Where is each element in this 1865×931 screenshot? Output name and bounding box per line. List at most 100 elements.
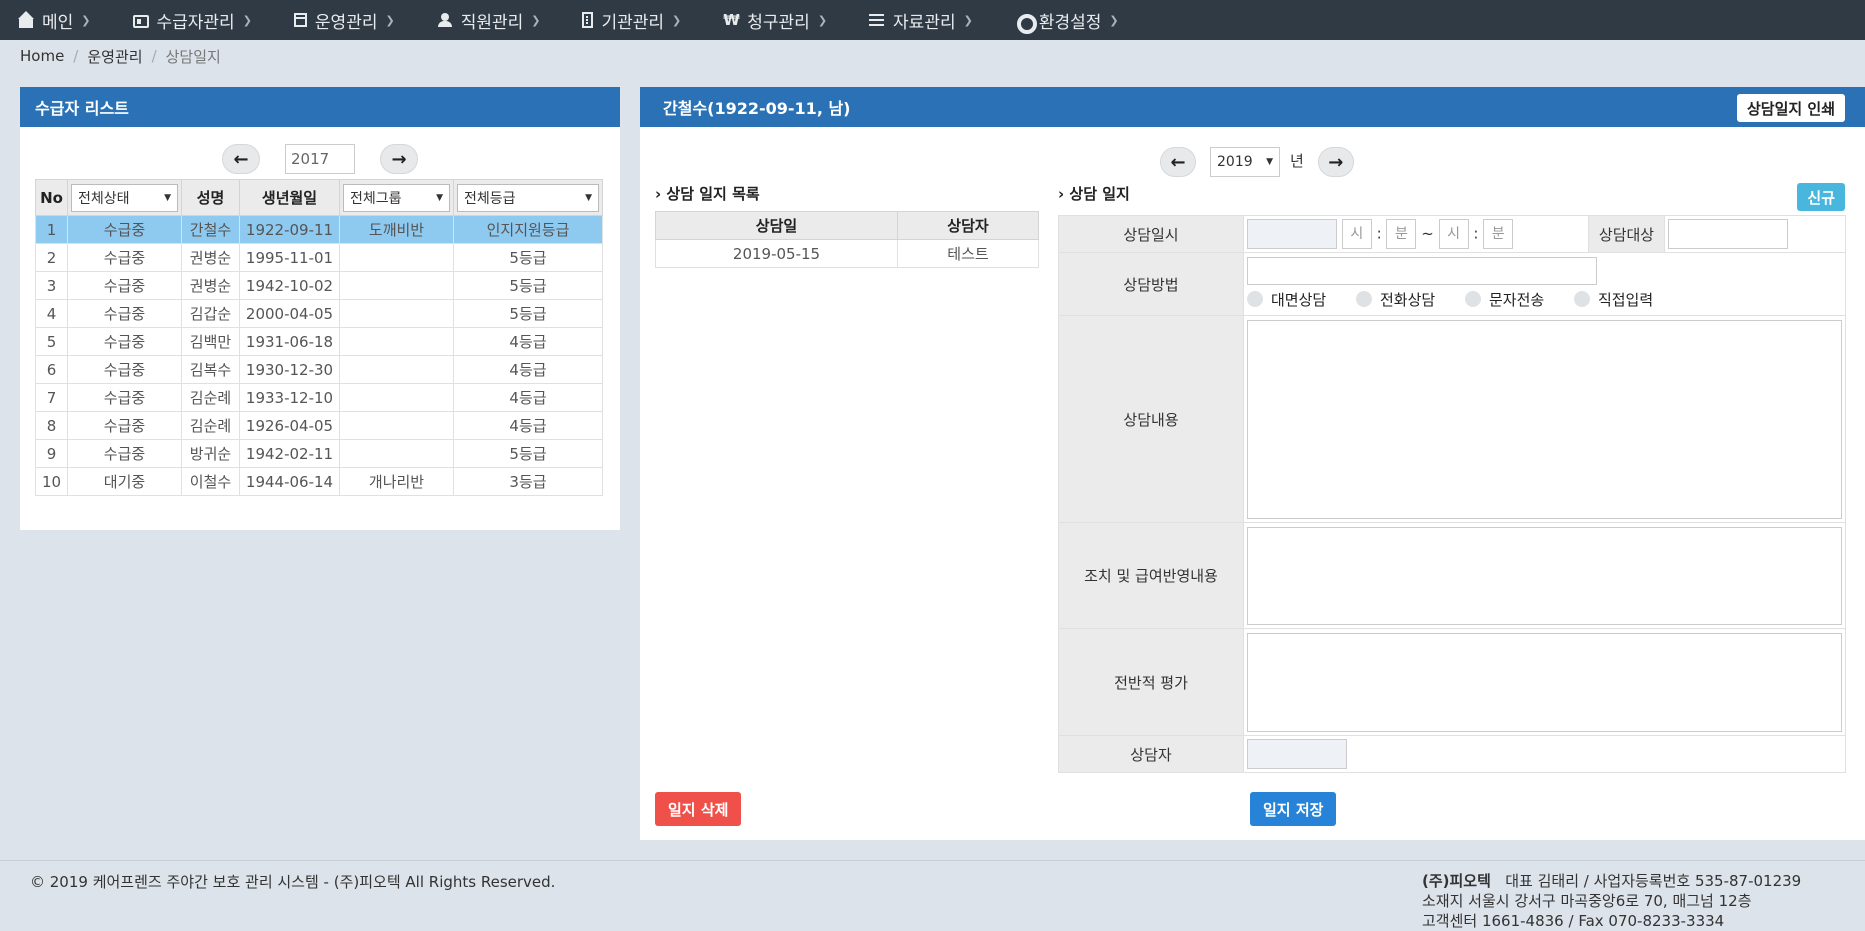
evaluation-textarea[interactable] bbox=[1247, 632, 1842, 732]
company-contact: 고객센터 1661-4836 / Fax 070-8233-3334 bbox=[1422, 912, 1725, 930]
cell-status: 수급중 bbox=[67, 299, 182, 328]
save-log-button[interactable]: 일지 저장 bbox=[1250, 792, 1337, 826]
chevron-right-icon: › bbox=[655, 185, 662, 203]
grade-filter-select[interactable]: 전체등급 ▼ bbox=[457, 183, 599, 212]
year-select[interactable]: 2019 ▼ bbox=[1210, 147, 1280, 177]
nav-settings[interactable]: 환경설정 ❯ bbox=[1015, 8, 1119, 34]
copyright: © 2019 케어프렌즈 주야간 보호 관리 시스템 - (주)피오텍 All … bbox=[30, 873, 556, 891]
cell-birth: 2000-04-05 bbox=[239, 299, 340, 328]
select-value: 전체상태 bbox=[78, 190, 130, 207]
next-year-button[interactable]: → bbox=[1317, 147, 1354, 177]
radio-circle bbox=[1247, 291, 1263, 308]
cell-birth: 1942-02-11 bbox=[239, 439, 340, 468]
list-icon bbox=[869, 12, 885, 28]
chevron-down-icon: ❯ bbox=[672, 13, 682, 27]
prev-year-button[interactable]: ← bbox=[222, 144, 260, 174]
company-address: 소재지 서울시 강서구 마곡중앙6로 70, 매그넘 12층 bbox=[1422, 892, 1752, 910]
end-minute-input[interactable]: 분 bbox=[1483, 219, 1514, 249]
nav-label: 운영관리 bbox=[314, 12, 378, 33]
select-value: 전체그룹 bbox=[350, 190, 402, 207]
caret-down-icon: ▼ bbox=[164, 192, 171, 203]
next-year-button[interactable]: → bbox=[380, 144, 418, 174]
company-line: (주)피오텍 대표 김태리 / 사업자등록번호 535-87-01239 bbox=[1422, 871, 1801, 891]
cell-status: 수급중 bbox=[67, 439, 182, 468]
year-input[interactable] bbox=[285, 144, 355, 174]
radio-label: 문자전송 bbox=[1488, 290, 1545, 309]
col-no: No bbox=[35, 179, 68, 216]
radio-label: 직접입력 bbox=[1597, 290, 1654, 309]
radio-phone[interactable]: 전화상담 bbox=[1355, 289, 1435, 310]
start-hour-input[interactable]: 시 bbox=[1341, 219, 1372, 249]
new-log-button[interactable]: 신규 bbox=[1797, 183, 1845, 211]
radio-sms[interactable]: 문자전송 bbox=[1464, 289, 1545, 310]
cell-name: 권병순 bbox=[181, 243, 240, 272]
action-textarea[interactable] bbox=[1247, 526, 1842, 625]
nav-staff[interactable]: 직원관리 ❯ bbox=[437, 8, 541, 33]
table-row[interactable]: 9 수급중 방귀순 1942-02-11 5등급 bbox=[35, 439, 603, 468]
cell-group bbox=[339, 243, 454, 272]
content-textarea[interactable] bbox=[1247, 319, 1842, 519]
method-cell: 대면상담 전화상담 문자전송 직접입력 bbox=[1243, 252, 1846, 316]
recipient-table: No 전체상태 ▼ 성명 생년월일 전체그룹 ▼ 전체등급 ▼ 1 수급중 간철수 1922… bbox=[35, 179, 603, 496]
table-row[interactable]: 2019-05-15 테스트 bbox=[655, 239, 1039, 268]
target-input[interactable] bbox=[1668, 219, 1788, 249]
cell-no: 5 bbox=[35, 327, 68, 356]
cell-birth: 1922-09-11 bbox=[239, 215, 340, 244]
date-input[interactable] bbox=[1247, 219, 1337, 249]
nav-data[interactable]: 자료관리 ❯ bbox=[869, 8, 973, 33]
cell-name: 김순례 bbox=[181, 383, 240, 412]
cell-no: 8 bbox=[35, 411, 68, 440]
prev-year-button[interactable]: ← bbox=[1160, 147, 1196, 177]
table-row[interactable]: 10 대기중 이철수 1944-06-14 개나리반 3등급 bbox=[35, 467, 603, 496]
chevron-down-icon: ❯ bbox=[385, 13, 395, 27]
chevron-down-icon: ❯ bbox=[242, 13, 252, 27]
cell-grade: 4등급 bbox=[453, 355, 603, 384]
start-minute-input[interactable]: 분 bbox=[1386, 219, 1417, 249]
nav-agency[interactable]: 기관관리 ❯ bbox=[582, 8, 681, 33]
chevron-down-icon: ❯ bbox=[531, 13, 541, 27]
table-row[interactable]: 4 수급중 김갑순 2000-04-05 5등급 bbox=[35, 299, 603, 328]
table-row[interactable]: 6 수급중 김복수 1930-12-30 4등급 bbox=[35, 355, 603, 384]
table-row[interactable]: 5 수급중 김백만 1931-06-18 4등급 bbox=[35, 327, 603, 356]
counselor-input[interactable] bbox=[1247, 739, 1347, 769]
method-radio-group: 대면상담 전화상담 문자전송 직접입력 bbox=[1247, 289, 1842, 312]
nav-label: 기관관리 bbox=[601, 12, 665, 33]
print-log-button[interactable]: 상담일지 인쇄 bbox=[1736, 94, 1845, 122]
evaluation-cell bbox=[1243, 628, 1846, 736]
breadcrumb-section[interactable]: 운영관리 bbox=[87, 46, 142, 67]
table-row[interactable]: 2 수급중 권병순 1995-11-01 5등급 bbox=[35, 243, 603, 272]
company-name: (주)피오텍 bbox=[1422, 872, 1491, 890]
nav-main[interactable]: 메인 ❯ bbox=[18, 8, 91, 33]
status-filter-select[interactable]: 전체상태 ▼ bbox=[71, 183, 178, 212]
cell-grade: 5등급 bbox=[453, 271, 603, 300]
radio-face[interactable]: 대면상담 bbox=[1247, 289, 1326, 310]
cell-birth: 1926-04-05 bbox=[239, 411, 340, 440]
id-card-icon bbox=[132, 14, 149, 28]
counselor-cell bbox=[1243, 735, 1846, 773]
chevron-right-icon: › bbox=[1058, 185, 1065, 203]
cell-name: 김복수 bbox=[181, 355, 240, 384]
group-filter-select[interactable]: 전체그룹 ▼ bbox=[343, 183, 450, 212]
breadcrumb-home[interactable]: Home bbox=[20, 47, 64, 65]
end-hour-input[interactable]: 시 bbox=[1438, 219, 1469, 249]
col-name: 성명 bbox=[181, 179, 240, 216]
table-row[interactable]: 7 수급중 김순례 1933-12-10 4등급 bbox=[35, 383, 603, 412]
nav-billing[interactable]: ₩ 청구관리 ❯ bbox=[723, 8, 827, 33]
year-suffix: 년 bbox=[1290, 151, 1304, 170]
cell-grade: 5등급 bbox=[453, 439, 603, 468]
table-row[interactable]: 8 수급중 김순례 1926-04-05 4등급 bbox=[35, 411, 603, 440]
nav-operation[interactable]: 운영관리 ❯ bbox=[293, 8, 395, 33]
nav-label: 직원관리 bbox=[460, 12, 524, 33]
nav-label: 환경설정 bbox=[1038, 12, 1102, 33]
table-row[interactable]: 1 수급중 간철수 1922-09-11 도깨비반 인지지원등급 bbox=[35, 215, 603, 244]
footer: © 2019 케어프렌즈 주야간 보호 관리 시스템 - (주)피오텍 All … bbox=[0, 860, 1865, 930]
cell-grade: 5등급 bbox=[453, 299, 603, 328]
cell-birth: 1944-06-14 bbox=[239, 467, 340, 496]
radio-direct[interactable]: 직접입력 bbox=[1573, 289, 1654, 310]
delete-log-button[interactable]: 일지 삭제 bbox=[655, 792, 742, 826]
col-date: 상담일 bbox=[655, 211, 898, 240]
method-input[interactable] bbox=[1247, 256, 1597, 285]
nav-recipient[interactable]: 수급자관리 ❯ bbox=[132, 8, 252, 33]
table-row[interactable]: 3 수급중 권병순 1942-10-02 5등급 bbox=[35, 271, 603, 300]
cell-status: 수급중 bbox=[67, 355, 182, 384]
